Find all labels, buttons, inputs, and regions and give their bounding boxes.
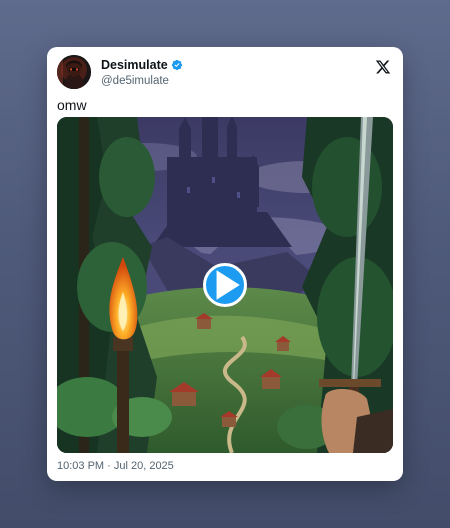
tweet-card: Desimulate @de5imulate omw 10:03 PM · Ju… xyxy=(47,47,403,481)
tweet-media-video[interactable] xyxy=(57,117,393,453)
user-handle[interactable]: @de5imulate xyxy=(101,75,169,87)
avatar[interactable] xyxy=(57,55,91,89)
display-name[interactable]: Desimulate xyxy=(101,58,183,72)
tweet-header: Desimulate @de5imulate xyxy=(57,55,393,93)
play-icon xyxy=(216,270,240,300)
play-button[interactable] xyxy=(203,263,247,307)
verified-badge-icon xyxy=(171,59,182,71)
display-name-text: Desimulate xyxy=(101,58,168,72)
tweet-timestamp[interactable]: 10:03 PM · Jul 20, 2025 xyxy=(57,460,174,472)
x-logo-icon[interactable] xyxy=(375,59,391,75)
tweet-text: omw xyxy=(57,97,87,113)
